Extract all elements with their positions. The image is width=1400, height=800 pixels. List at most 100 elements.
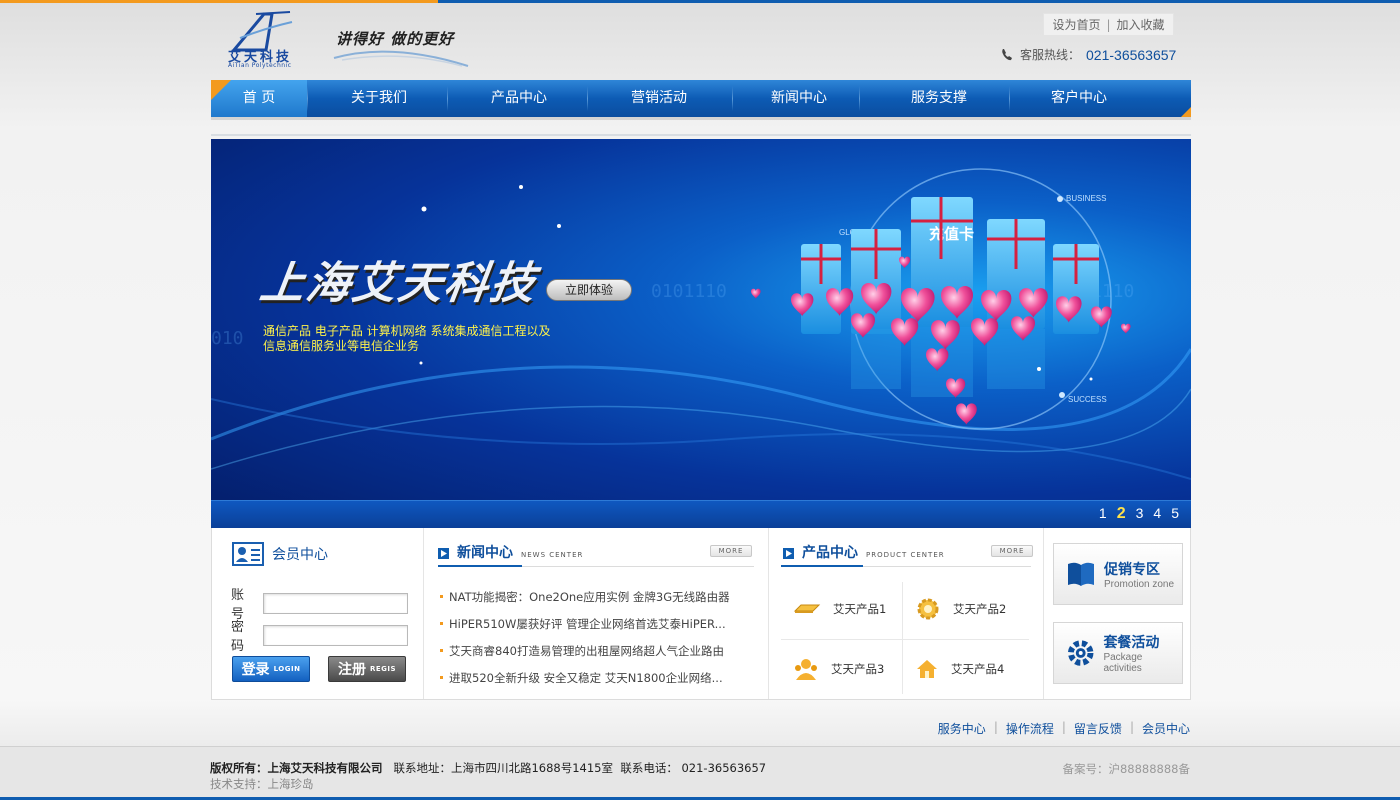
account-input[interactable] [263, 592, 408, 614]
banner-label-success: SUCCESS [1068, 395, 1107, 404]
password-row: 密码 [231, 616, 408, 654]
register-button[interactable]: 注册 REGIS [328, 656, 406, 682]
login-button[interactable]: 登录 LOGIN [232, 656, 310, 682]
pager-item[interactable]: 1 [1099, 505, 1107, 523]
product-item[interactable]: 艾天产品4 [903, 640, 1023, 698]
promo-text: 套餐活动 Package activities [1103, 632, 1182, 674]
product-name: 艾天产品1 [833, 602, 887, 616]
logo-subtitle: AiTian Polytechnic [228, 62, 292, 69]
product-item[interactable]: 艾天产品2 [903, 580, 1023, 638]
news-item-text: NAT功能揭密：One2One应用实例 金牌3G无线路由器 [449, 589, 730, 604]
news-underline [438, 565, 754, 567]
phone-label: 联系电话： [620, 761, 678, 775]
product-home-icon [917, 660, 937, 678]
banner-pager: 1 2 3 4 5 [1099, 505, 1179, 523]
gear-icon [1067, 640, 1094, 666]
nav-item-customer[interactable]: 客户中心 [1029, 80, 1129, 117]
pager-item[interactable]: 3 [1136, 505, 1144, 523]
bullet-icon [440, 676, 443, 679]
nav-divider [859, 86, 860, 111]
pager-item[interactable]: 4 [1153, 505, 1161, 523]
banner-top-line [211, 134, 1191, 136]
nav-divider [1009, 86, 1010, 111]
news-item[interactable]: 进取520全新升级 安全又稳定 艾天N1800企业网络... [440, 664, 730, 691]
nav-corner-right [1181, 107, 1191, 117]
nav-corner-left [211, 80, 231, 100]
news-header: 新闻中心 NEWS CENTER [438, 542, 583, 562]
column-divider [1043, 528, 1044, 699]
nav-divider [587, 86, 588, 111]
product-gear-icon [917, 598, 939, 620]
promotion-zone-button[interactable]: 促销专区 Promotion zone [1053, 543, 1183, 605]
hotline-label: 客服热线： [1020, 48, 1081, 62]
news-item[interactable]: 艾天商睿840打造易管理的出租屋网络超人气企业路由 [440, 637, 730, 664]
news-title: 新闻中心 [457, 545, 513, 561]
product-item[interactable]: 艾天产品3 [781, 640, 901, 698]
product-grid: 艾天产品1 艾天产品2 艾天产品3 艾天产品4 [781, 578, 1029, 698]
address-value: 上海市四川北路1688号1415室 [450, 761, 614, 775]
copyright-company: 上海艾天科技有限公司 [267, 761, 383, 775]
news-item[interactable]: HiPER510W屡获好评 管理企业网络首选艾泰HiPER... [440, 610, 730, 637]
add-favorite-link[interactable]: 加入收藏 [1117, 16, 1165, 33]
member-title: 会员中心 [272, 547, 328, 563]
footer-link-member[interactable]: 会员中心 [1142, 720, 1190, 737]
slogan-swoosh-icon [333, 50, 469, 67]
footer: 版权所有：上海艾天科技有限公司 联系地址：上海市四川北路1688号1415室 联… [0, 746, 1400, 800]
icp-record: 备案号：沪88888888备 [1062, 762, 1190, 776]
promo-subtitle: Promotion zone [1104, 578, 1175, 590]
content-area: 会员中心 账号 密码 登录 LOGIN 注册 REGIS 新闻中心 NEWS C… [211, 528, 1191, 700]
nav-divider [307, 86, 308, 111]
member-header: 会员中心 [232, 542, 328, 566]
address-label: 联系地址： [393, 761, 451, 775]
news-center: 新闻中心 NEWS CENTER MORE NAT功能揭密：One2One应用实… [424, 528, 768, 699]
hotline: 客服热线： 021-36563657 [1000, 46, 1176, 63]
bullet-icon [440, 649, 443, 652]
password-input[interactable] [263, 624, 408, 646]
nav-item-products[interactable]: 产品中心 [469, 80, 569, 117]
hotline-number: 021-36563657 [1086, 46, 1177, 63]
product-item[interactable]: 艾天产品1 [781, 580, 901, 638]
nav-divider [447, 86, 448, 111]
nav-shadow [211, 117, 1191, 120]
set-homepage-link[interactable]: 设为首页 [1052, 16, 1100, 33]
news-subtitle: NEWS CENTER [521, 551, 584, 559]
promo-title: 促销专区 [1104, 561, 1160, 578]
pager-item[interactable]: 5 [1171, 505, 1179, 523]
bullet-icon [440, 595, 443, 598]
member-card-icon [232, 542, 264, 566]
promo-subtitle: Package activities [1103, 652, 1143, 674]
footer-link-feedback[interactable]: 留言反馈 [1074, 720, 1122, 737]
tech-support: 技术支持：上海珍岛 [210, 777, 314, 791]
footer-link-process[interactable]: 操作流程 [1006, 720, 1054, 737]
member-center: 会员中心 账号 密码 登录 LOGIN 注册 REGIS [212, 528, 423, 699]
products-title: 产品中心 [802, 545, 858, 561]
products-more-button[interactable]: MORE [991, 545, 1033, 557]
promo-text: 促销专区 Promotion zone [1104, 559, 1174, 590]
hero-banner[interactable]: BUSINESS GLOBAL SUCCESS 0101110 1110 010… [211, 139, 1191, 528]
package-activities-button[interactable]: 套餐活动 Package activities [1053, 622, 1183, 684]
banner-description: 通信产品 电子产品 计算机网络 系统集成通信工程以及信息通信服务业等电信企业务 [263, 324, 551, 353]
nav-item-about[interactable]: 关于我们 [329, 80, 429, 117]
nav-item-service[interactable]: 服务支撑 [889, 80, 989, 117]
banner-pager-strip [211, 500, 1191, 528]
login-button-sub: LOGIN [273, 665, 301, 673]
nav-item-news[interactable]: 新闻中心 [749, 80, 849, 117]
try-now-button[interactable]: 立即体验 [546, 279, 632, 301]
footer-link-separator: | [1061, 720, 1066, 734]
product-name: 艾天产品3 [831, 662, 885, 676]
news-item-text: 进取520全新升级 安全又稳定 艾天N1800企业网络... [449, 670, 723, 685]
footer-link-service[interactable]: 服务中心 [938, 720, 986, 737]
login-button-label: 登录 [241, 662, 270, 678]
play-square-icon [783, 548, 794, 559]
news-list: NAT功能揭密：One2One应用实例 金牌3G无线路由器 HiPER510W屡… [440, 583, 730, 691]
nav-item-marketing[interactable]: 营销活动 [609, 80, 709, 117]
news-more-button[interactable]: MORE [710, 545, 752, 557]
pager-item-active[interactable]: 2 [1117, 505, 1126, 523]
news-item[interactable]: NAT功能揭密：One2One应用实例 金牌3G无线路由器 [440, 583, 730, 610]
footer-link-separator: | [1129, 720, 1134, 734]
products-underline [781, 565, 1031, 567]
banner-label-business: BUSINESS [1066, 194, 1106, 203]
banner-card-text: 充值卡 [929, 225, 974, 243]
top-links: 设为首页 | 加入收藏 [1043, 13, 1174, 36]
phone-icon [1002, 48, 1012, 60]
